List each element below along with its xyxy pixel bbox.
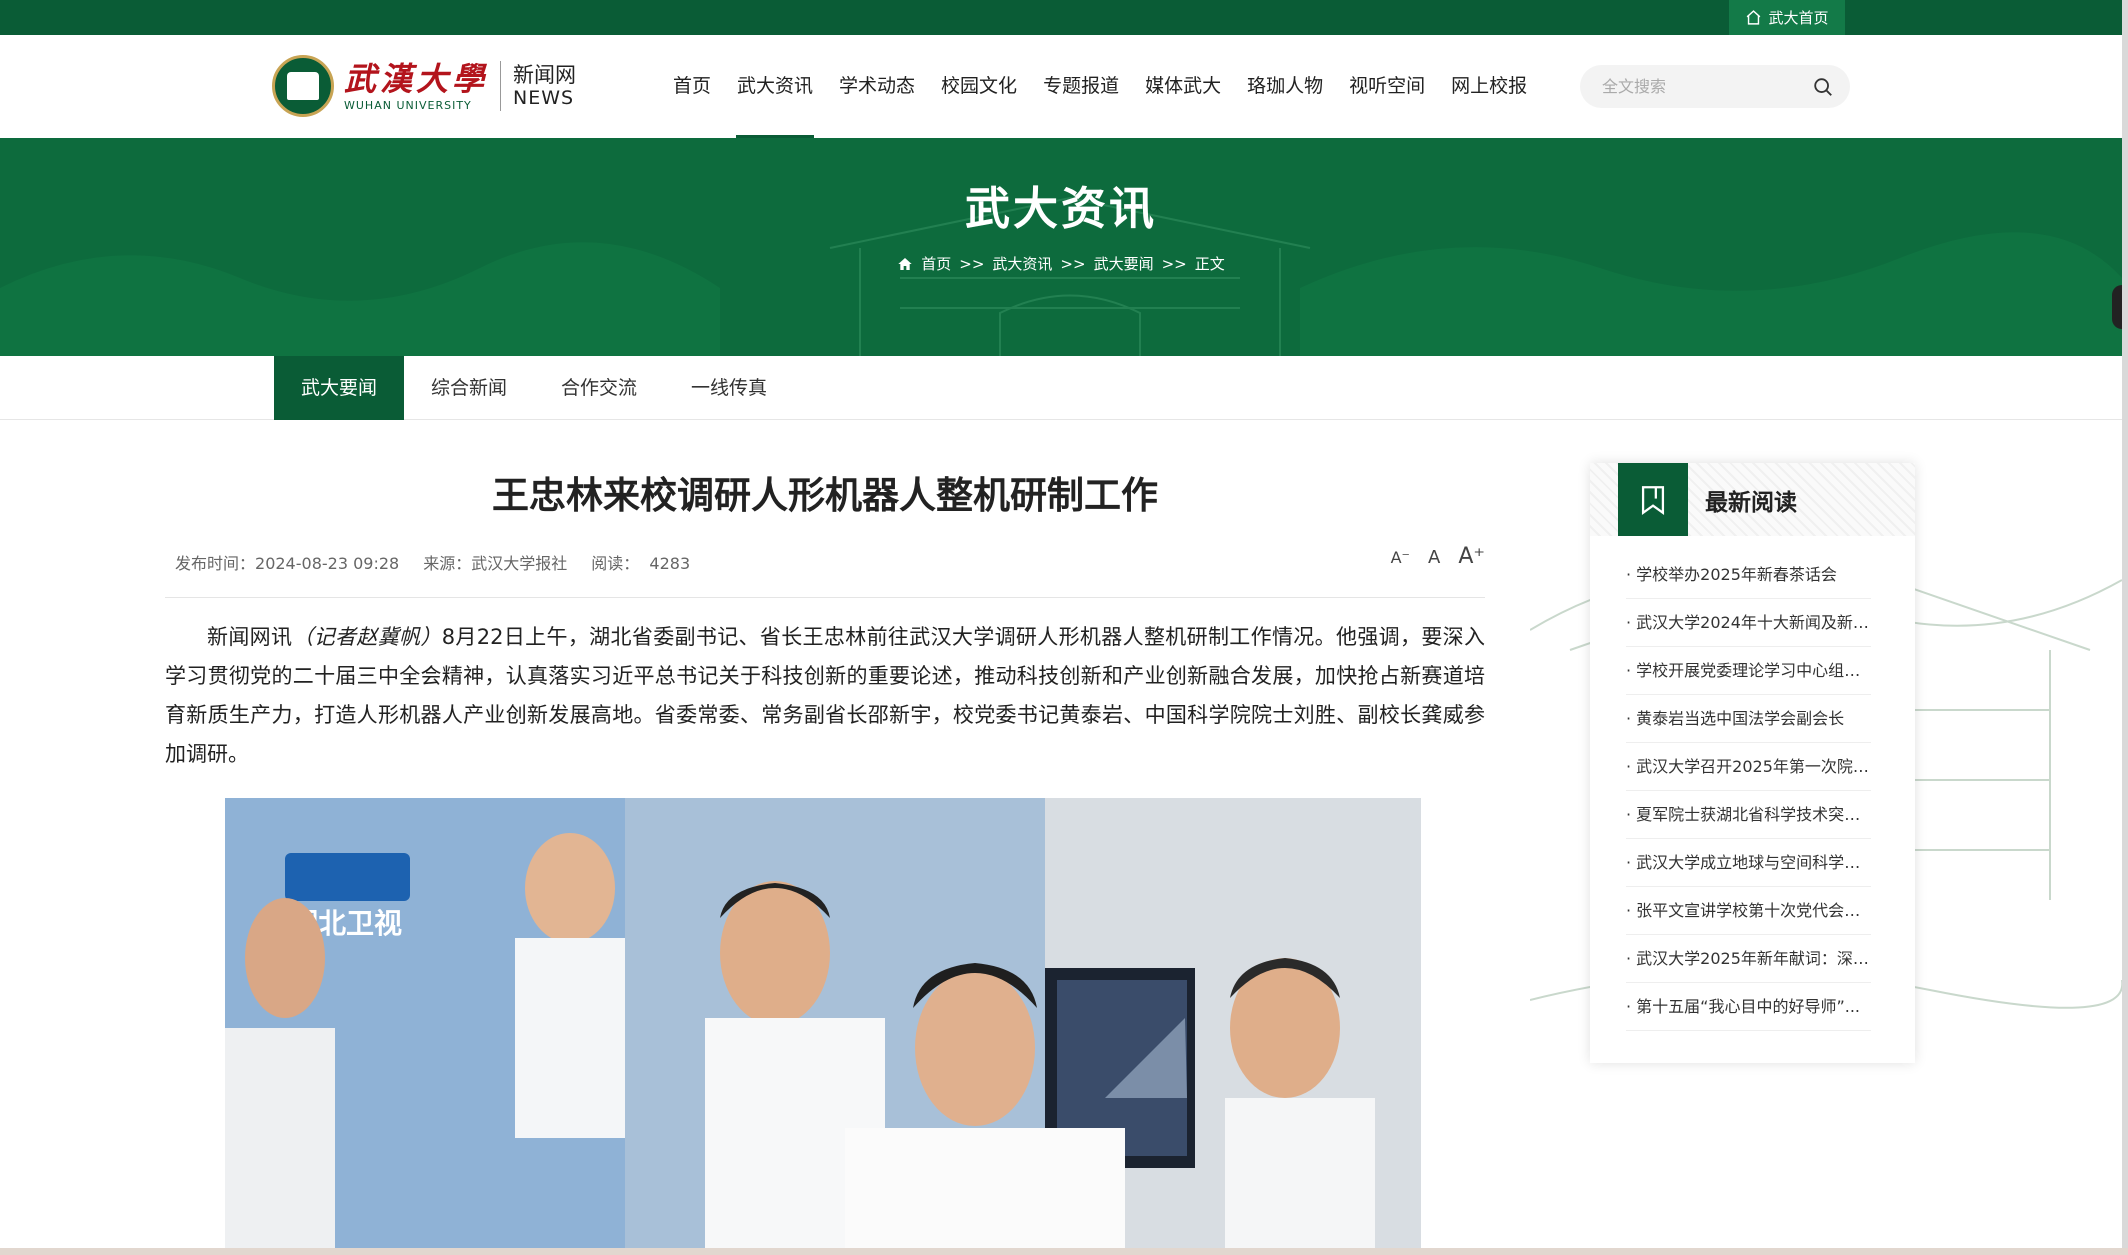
nav-item-campus-culture[interactable]: 校园文化 — [928, 35, 1030, 138]
sidebar-list-item[interactable]: 黄泰岩当选中国法学会副会长 — [1626, 695, 1871, 743]
sidebar-list-item[interactable]: 武汉大学成立地球与空间科学技... — [1626, 839, 1871, 887]
logo-news-en: NEWS — [513, 87, 575, 109]
sub-tabs: 武大要闻 综合新闻 合作交流 一线传真 — [274, 356, 794, 420]
sidebar-title: 最新阅读 — [1705, 489, 1797, 516]
site-logo[interactable]: 武漢大學 WUHAN UNIVERSITY 新闻网 NEWS — [272, 53, 576, 119]
article-lead: 新闻网讯 — [207, 625, 293, 649]
sidebar-list-item[interactable]: 夏军院士获湖北省科学技术突出... — [1626, 791, 1871, 839]
source: 来源：武汉大学报社 — [423, 550, 567, 574]
main-nav: 首页 武大资讯 学术动态 校园文化 专题报道 媒体武大 珞珈人物 视听空间 网上… — [660, 35, 1540, 138]
university-home-link[interactable]: 武大首页 — [1729, 0, 1845, 35]
breadcrumb-separator: >> — [959, 254, 985, 273]
tab-frontline[interactable]: 一线传真 — [664, 356, 794, 420]
breadcrumb-separator: >> — [1161, 254, 1187, 273]
source-label: 来源： — [423, 554, 472, 573]
article-title: 王忠林来校调研人形机器人整机研制工作 — [492, 474, 1158, 517]
logo-news: 新闻网 NEWS — [513, 63, 576, 109]
nav-item-home[interactable]: 首页 — [660, 35, 724, 138]
section-banner: 武大资讯 首页 >> 武大资讯 >> 武大要闻 >> 正文 — [0, 138, 2122, 356]
breadcrumb-section[interactable]: 武大资讯 — [992, 253, 1052, 274]
logo-english-name: WUHAN UNIVERSITY — [344, 98, 472, 112]
latest-reads-sidebar: 最新阅读 学校举办2025年新春茶话会 武汉大学2024年十大新闻及新闻... … — [1590, 463, 1915, 1063]
font-normal-button[interactable]: A — [1428, 547, 1440, 568]
publish-time-value: 2024-08-23 09:28 — [255, 554, 400, 573]
top-strip: 武大首页 — [0, 0, 2122, 35]
sidebar-list-item[interactable]: 武汉大学2024年十大新闻及新闻... — [1626, 599, 1871, 647]
sidebar-list-item[interactable]: 武汉大学召开2025年第一次院长... — [1626, 743, 1871, 791]
meta-divider — [165, 597, 1485, 598]
banner-landscape-decoration — [0, 196, 2122, 356]
logo-text: 武漢大學 WUHAN UNIVERSITY — [344, 61, 488, 112]
article-meta: 发布时间：2024-08-23 09:28 来源：武汉大学报社 阅读： 4283 — [175, 550, 690, 574]
sidebar-list-item[interactable]: 张平文宣讲学校第十次党代会精... — [1626, 887, 1871, 935]
font-decrease-button[interactable]: A⁻ — [1391, 548, 1410, 567]
sidebar-list-item[interactable]: 第十五届“我心目中的好导师”... — [1626, 983, 1871, 1031]
article-photo: 湖北卫视 — [225, 798, 1421, 1253]
sidebar-list-item[interactable]: 武汉大学2025年新年献词：深化... — [1626, 935, 1871, 983]
publish-time-label: 发布时间： — [175, 554, 256, 573]
sub-nav: 武大要闻 综合新闻 合作交流 一线传真 — [0, 356, 2122, 420]
article-photo-illustration: 湖北卫视 — [225, 798, 1421, 1253]
tab-whu-headlines[interactable]: 武大要闻 — [274, 356, 405, 420]
sidebar-list: 学校举办2025年新春茶话会 武汉大学2024年十大新闻及新闻... 学校开展党… — [1626, 551, 1871, 1031]
site-header: 武漢大學 WUHAN UNIVERSITY 新闻网 NEWS 首页 武大资讯 学… — [0, 35, 2122, 138]
font-increase-button[interactable]: A⁺ — [1458, 544, 1485, 569]
nav-item-academic[interactable]: 学术动态 — [826, 35, 928, 138]
nav-item-whu-news[interactable]: 武大资讯 — [724, 35, 826, 138]
home-link-label: 武大首页 — [1768, 9, 1829, 27]
logo-chinese-name: 武漢大學 — [344, 59, 489, 98]
sidebar-list-item[interactable]: 学校举办2025年新春茶话会 — [1626, 551, 1871, 599]
tab-general-news[interactable]: 综合新闻 — [404, 356, 534, 420]
banner-title: 武大资讯 — [964, 182, 1157, 235]
university-seal-icon — [272, 55, 334, 117]
breadcrumb-separator: >> — [1060, 254, 1086, 273]
nav-item-online-paper[interactable]: 网上校报 — [1438, 35, 1540, 138]
tab-cooperation[interactable]: 合作交流 — [534, 356, 664, 420]
nav-item-people[interactable]: 珞珈人物 — [1234, 35, 1336, 138]
read-count: 阅读： 4283 — [591, 550, 690, 574]
nav-item-video[interactable]: 视听空间 — [1336, 35, 1438, 138]
nav-item-special-reports[interactable]: 专题报道 — [1030, 35, 1132, 138]
read-count-value: 4283 — [649, 554, 691, 573]
bottom-edge — [0, 1248, 2128, 1255]
search-icon[interactable] — [1812, 76, 1834, 98]
logo-news-cn: 新闻网 — [513, 63, 577, 87]
breadcrumb: 首页 >> 武大资讯 >> 武大要闻 >> 正文 — [0, 253, 2122, 274]
search-box — [1580, 65, 1850, 108]
bookmark-icon — [1618, 463, 1688, 536]
side-float-handle[interactable] — [2112, 285, 2122, 329]
font-size-controls: A⁻ A A⁺ — [1391, 544, 1485, 569]
breadcrumb-home[interactable]: 首页 — [921, 253, 951, 274]
publish-time: 发布时间：2024-08-23 09:28 — [175, 550, 399, 574]
home-icon — [898, 257, 912, 270]
sidebar-header: 最新阅读 — [1590, 463, 1915, 536]
read-count-label: 阅读： — [591, 554, 640, 573]
home-icon — [1747, 10, 1761, 25]
article-reporter: （记者赵冀帆） — [292, 625, 442, 649]
nav-item-media[interactable]: 媒体武大 — [1132, 35, 1234, 138]
logo-divider — [500, 61, 502, 111]
page-scrollbar[interactable] — [2122, 0, 2128, 1255]
breadcrumb-subsection[interactable]: 武大要闻 — [1094, 253, 1154, 274]
search-input[interactable] — [1602, 65, 1802, 108]
breadcrumb-current: 正文 — [1194, 255, 1225, 273]
sidebar-list-item[interactable]: 学校开展党委理论学习中心组集... — [1626, 647, 1871, 695]
article-paragraph: 新闻网讯（记者赵冀帆）8月22日上午，湖北省委副书记、省长王忠林前往武汉大学调研… — [165, 618, 1485, 774]
source-value: 武汉大学报社 — [471, 554, 568, 573]
